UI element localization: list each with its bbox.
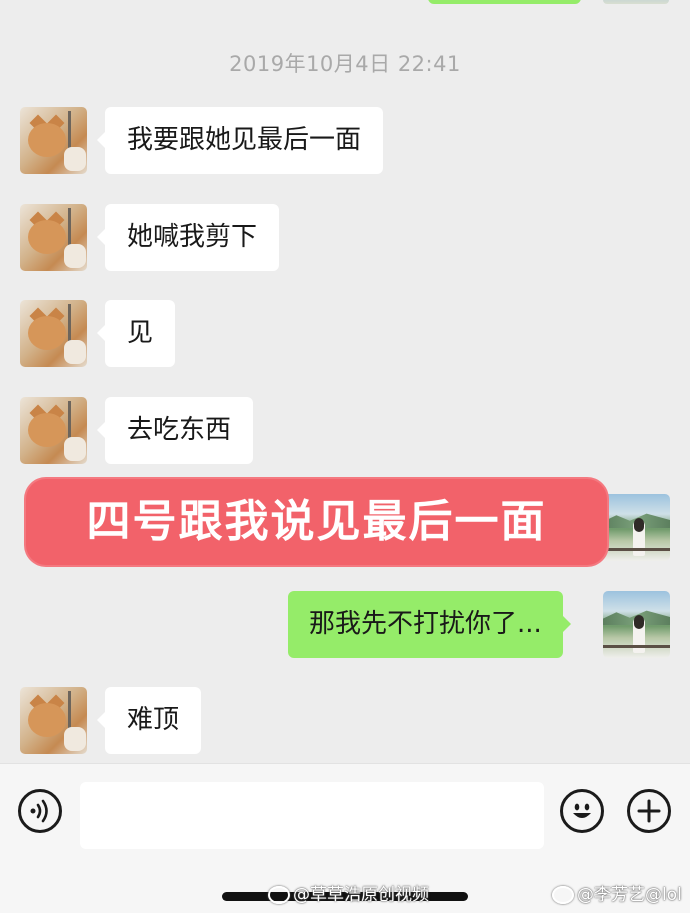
message-bubble[interactable]: 我要跟她见最后一面 — [96, 107, 384, 174]
my-message-bubble[interactable]: 那我先不打扰你了... — [288, 591, 571, 658]
weibo-icon — [552, 886, 574, 904]
watermark-left: @草草浩原创视频 — [268, 880, 429, 905]
more-button[interactable] — [627, 789, 671, 833]
contact-avatar[interactable] — [20, 107, 87, 174]
contact-avatar[interactable] — [20, 397, 87, 464]
message-bubble[interactable]: 她喊我剪下 — [96, 204, 280, 271]
emoji-button[interactable] — [560, 789, 604, 833]
voice-button[interactable] — [18, 789, 62, 833]
voice-icon — [30, 799, 48, 823]
contact-avatar[interactable] — [20, 687, 87, 754]
watermark-left-text: @草草浩原创视频 — [293, 885, 429, 905]
message-timestamp: 2019年10月4日 22:41 — [229, 52, 461, 76]
my-avatar[interactable] — [603, 591, 670, 658]
contact-avatar[interactable] — [20, 204, 87, 271]
contact-avatar[interactable] — [20, 300, 87, 367]
message-bubble[interactable]: 去吃东西 — [96, 397, 254, 464]
watermark-right: @李芳艺@lol — [552, 880, 682, 905]
caption-banner: 四号跟我说见最后一面 — [24, 477, 609, 567]
emoji-icon — [573, 803, 591, 818]
message-text-input[interactable] — [80, 782, 544, 849]
chat-area: 2019年10月4日 22:41 我要跟她见最后一面 她喊我剪下 见 去吃东西 — [0, 0, 690, 763]
weibo-icon — [268, 886, 290, 904]
message-bubble[interactable]: 难顶 — [96, 687, 202, 754]
watermark-right-text: @李芳艺@lol — [577, 885, 682, 905]
previous-message-bubble[interactable] — [428, 0, 581, 4]
my-avatar[interactable] — [603, 0, 669, 4]
my-avatar[interactable] — [603, 494, 670, 561]
plus-icon — [637, 799, 661, 823]
message-bubble[interactable]: 见 — [96, 300, 176, 367]
